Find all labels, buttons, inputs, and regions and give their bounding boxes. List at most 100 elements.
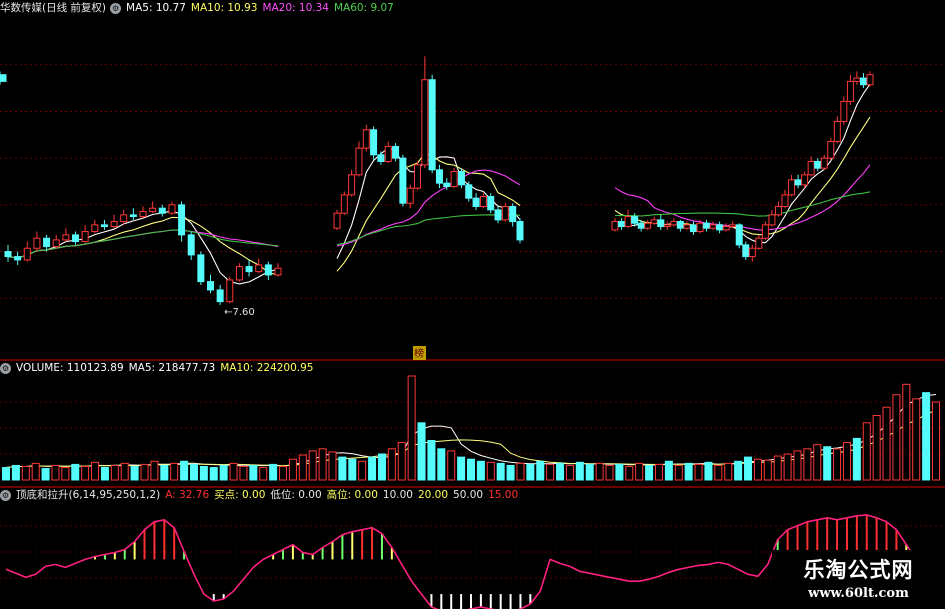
ma60-line — [614, 191, 871, 217]
candle-body — [139, 211, 147, 218]
candle-body — [472, 197, 480, 208]
candle-body — [370, 129, 378, 156]
candle-body — [362, 129, 370, 149]
stock-title: 华数传媒(日线 前复权) — [0, 2, 107, 14]
volume-bar — [575, 461, 584, 481]
ma60-label: MA60: 9.07 — [333, 2, 394, 14]
candle-body — [110, 221, 118, 228]
candle-body — [406, 187, 414, 204]
volume-bar — [753, 458, 762, 481]
indicator-20-label: 20.00 — [417, 489, 449, 501]
volume-bar — [110, 464, 119, 481]
candle-body — [399, 157, 407, 204]
candle-body — [348, 174, 356, 196]
volume-bar — [209, 467, 218, 481]
candle-body — [840, 100, 848, 122]
candle-body — [450, 170, 458, 188]
volume-bar — [912, 398, 921, 481]
indicator-settings-icon[interactable]: ⚙ — [0, 489, 11, 501]
candle-body — [264, 264, 272, 276]
candle-body — [859, 77, 867, 86]
candle-body — [178, 204, 186, 236]
indicator-low-label: 低位: 0.00 — [270, 489, 322, 501]
candle-body — [414, 164, 422, 189]
settings-dropdown-icon[interactable]: ⚙ — [110, 2, 122, 14]
candle-body — [33, 237, 41, 249]
candle-body — [120, 214, 128, 223]
event-marker: 榜 — [414, 347, 424, 360]
volume-bar — [279, 465, 288, 481]
volume-bar — [546, 463, 555, 481]
volume-bar — [506, 464, 515, 481]
volume-bar — [437, 448, 446, 481]
volume-bar — [298, 454, 307, 481]
candle-body — [853, 77, 861, 82]
candle-body — [487, 196, 495, 211]
volume-bar — [269, 463, 278, 481]
candle-body — [833, 120, 841, 142]
candle-body — [794, 179, 802, 186]
candle-body — [245, 266, 253, 273]
volume-bar — [318, 448, 327, 481]
volume-bar — [219, 464, 228, 481]
indicator-name: 顶底和拉升(6,14,95,250,1,2) — [16, 489, 161, 501]
volume-bar — [377, 453, 386, 481]
candle-body — [683, 224, 691, 229]
stock-chart: ←7.60 榜 — [0, 56, 945, 609]
volume-bar — [823, 446, 832, 481]
candle-body — [781, 194, 789, 208]
volume-bar — [852, 437, 861, 481]
candle-body — [226, 279, 234, 303]
volume-bar — [803, 448, 812, 481]
volume-bar — [625, 465, 634, 481]
candle-body — [846, 80, 854, 102]
volume-bar — [813, 444, 822, 481]
indicator-a-label: A: 32.76 — [165, 489, 210, 501]
ma20-label: MA20: 10.34 — [262, 2, 329, 14]
volume-bar — [922, 392, 931, 481]
candle-body — [443, 182, 451, 188]
candle-body — [729, 224, 737, 228]
candle-body — [23, 247, 31, 261]
candle-body — [494, 209, 502, 221]
candle-body — [650, 219, 658, 224]
candle-body — [814, 160, 822, 169]
candle-body — [428, 79, 436, 171]
volume-bar — [793, 450, 802, 481]
main-chart-header: 华数传媒(日线 前复权) ⚙ MA5: 10.77 MA10: 10.93 MA20: … — [0, 0, 399, 16]
candle-body — [91, 224, 99, 233]
candle-body — [663, 224, 671, 228]
candle-body — [274, 267, 282, 276]
candle-body — [158, 207, 166, 214]
watermark-title: 乐淘公式网 — [803, 558, 914, 582]
volume-bar — [229, 462, 238, 481]
candle-body — [637, 222, 645, 229]
candle-body — [774, 206, 782, 216]
candle-body — [611, 221, 619, 231]
volume-bar — [714, 464, 723, 481]
candle-body — [465, 184, 473, 199]
candle-body — [742, 244, 750, 258]
volume-bar — [862, 422, 871, 481]
volume-ma10-label: MA10: 224200.95 — [220, 362, 314, 374]
volume-bar — [407, 375, 416, 481]
volume-bar — [328, 451, 337, 481]
volume-bar — [526, 463, 535, 481]
candle-body — [340, 194, 348, 214]
volume-bar — [902, 383, 911, 481]
volume-settings-icon[interactable]: ⚙ — [0, 362, 11, 374]
low-price-label: ←7.60 — [224, 307, 255, 318]
volume-bar — [71, 463, 80, 481]
volume-bar — [842, 442, 851, 481]
ma10-label: MA10: 10.93 — [190, 2, 258, 14]
candle-body — [14, 256, 22, 261]
candle-body — [355, 147, 363, 176]
volume-bar — [734, 460, 743, 481]
candle-body — [631, 216, 639, 224]
volume-bar — [605, 464, 614, 481]
volume-bar — [51, 464, 60, 481]
volume-bar — [892, 394, 901, 481]
volume-bar — [288, 458, 297, 481]
candle-body — [644, 222, 652, 229]
candle-body — [197, 254, 205, 283]
